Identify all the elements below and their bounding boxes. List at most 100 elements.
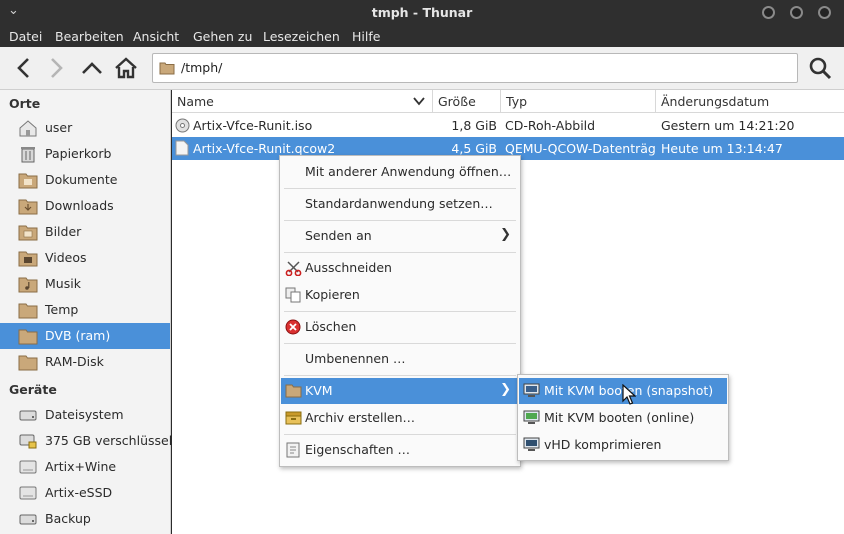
menu-separator [284, 375, 516, 376]
menu-bearbeiten[interactable]: Bearbeiten [55, 29, 124, 44]
chevron-right-icon: ❯ [500, 382, 511, 397]
menu-item-set-default[interactable]: Standardanwendung setzen… [281, 191, 519, 217]
location-path: /tmph/ [181, 60, 223, 75]
menu-hilfe[interactable]: Hilfe [352, 29, 380, 44]
menu-item-copy[interactable]: Kopieren [281, 282, 519, 308]
menu-datei[interactable]: Datei [9, 29, 42, 44]
menu-item-label: KVM [305, 383, 333, 398]
menu-item-compress-vhd[interactable]: vHD komprimieren [519, 432, 727, 458]
file-date: Heute um 13:14:47 [661, 141, 783, 156]
location-bar[interactable]: /tmph/ [152, 53, 798, 83]
file-type: CD-Roh-Abbild [505, 118, 596, 133]
menu-item-label: Archiv erstellen… [305, 410, 416, 425]
menu-item-label: Standardanwendung setzen… [305, 196, 493, 211]
menu-item-open-with[interactable]: Mit anderer Anwendung öffnen… [281, 159, 519, 185]
menu-item-label: Eigenschaften … [305, 442, 411, 457]
folder-icon [159, 62, 175, 75]
maximize-button[interactable] [790, 6, 803, 19]
sidebar-item-label: Temp [45, 302, 79, 317]
column-header-size[interactable]: Größe [433, 90, 501, 113]
sidebar-item-artix-essd[interactable]: Artix-eSSD [0, 480, 170, 506]
folder-icon [18, 277, 38, 293]
disk-compress-icon [523, 437, 540, 451]
sidebar-item-label: user [45, 120, 73, 135]
menu-item-delete[interactable]: Löschen [281, 314, 519, 340]
sidebar-item-label: Downloads [45, 198, 114, 213]
menu-separator [284, 434, 516, 435]
forward-button[interactable] [42, 54, 70, 82]
sidebar-item-375gb[interactable]: 375 GB verschlüsselt [0, 428, 177, 454]
sidebar-item-downloads[interactable]: Downloads [0, 193, 170, 219]
menu-item-label: Kopieren [305, 287, 360, 302]
arrow-right-icon [51, 58, 63, 78]
column-header-type[interactable]: Typ [501, 90, 656, 113]
sidebar-item-papierkorb[interactable]: Papierkorb [0, 141, 170, 167]
sidebar-item-label: Papierkorb [45, 146, 112, 161]
folder-icon [18, 251, 38, 267]
table-row[interactable]: Artix-Vfce-Runit.iso 1,8 GiB CD-Roh-Abbi… [172, 114, 844, 137]
menu-lesezeichen[interactable]: Lesezeichen [263, 29, 340, 44]
sidebar-item-bilder[interactable]: Bilder [0, 219, 170, 245]
menu-item-label: vHD komprimieren [544, 437, 662, 452]
sidebar-item-label: 375 GB verschlüsselt [45, 433, 178, 448]
home-icon [19, 120, 37, 137]
column-label: Änderungsdatum [661, 94, 770, 109]
menu-item-label: Mit KVM booten (online) [544, 410, 695, 425]
sidebar-item-ram-disk[interactable]: RAM-Disk [0, 349, 170, 375]
menu-item-label: Mit anderer Anwendung öffnen… [305, 164, 512, 179]
minimize-button[interactable] [762, 6, 775, 19]
drive-icon [19, 410, 37, 421]
sidebar-item-temp[interactable]: Temp [0, 297, 170, 323]
sidebar-item-dvb-ram[interactable]: DVB (ram) [0, 323, 170, 349]
home-button[interactable] [112, 54, 140, 82]
menu-bar: Datei Bearbeiten Ansicht Gehen zu Leseze… [0, 25, 844, 47]
menu-gehen-zu[interactable]: Gehen zu [193, 29, 252, 44]
folder-icon [18, 355, 38, 371]
menu-item-cut[interactable]: Ausschneiden [281, 255, 519, 281]
folder-icon [18, 199, 38, 215]
sidebar-item-user[interactable]: user [0, 115, 170, 141]
close-button[interactable] [818, 6, 831, 19]
sidebar-item-musik[interactable]: Musik [0, 271, 170, 297]
scissors-icon [285, 261, 302, 276]
up-button[interactable] [78, 54, 106, 82]
properties-icon [286, 442, 300, 458]
column-label: Name [177, 94, 214, 109]
sidebar-item-label: Dateisystem [45, 407, 124, 422]
menu-item-properties[interactable]: Eigenschaften … [281, 437, 519, 463]
drive-icon [19, 460, 37, 474]
file-icon [175, 140, 189, 156]
back-button[interactable] [10, 54, 38, 82]
monitor-online-icon [523, 410, 540, 424]
sidebar-item-label: Musik [45, 276, 81, 291]
folder-icon [18, 303, 38, 319]
menu-item-rename[interactable]: Umbenennen … [281, 346, 519, 372]
sidebar-item-artix-wine[interactable]: Artix+Wine [0, 454, 170, 480]
sidebar-heading-places: Orte [9, 96, 41, 111]
sidebar-item-dateisystem[interactable]: Dateisystem [0, 402, 170, 428]
menu-item-boot-online[interactable]: Mit KVM booten (online) [519, 405, 727, 431]
search-button[interactable] [806, 54, 834, 82]
menu-item-label: Ausschneiden [305, 260, 392, 275]
sidebar-item-label: Dokumente [45, 172, 118, 187]
menu-item-archive[interactable]: Archiv erstellen… [281, 405, 519, 431]
file-date: Gestern um 14:21:20 [661, 118, 795, 133]
menu-ansicht[interactable]: Ansicht [133, 29, 179, 44]
menu-item-kvm[interactable]: KVM ❯ [281, 378, 519, 404]
column-header-name[interactable]: Name [172, 90, 433, 113]
delete-icon [285, 319, 301, 335]
sidebar-item-backup[interactable]: Backup [0, 506, 170, 532]
menu-separator [284, 252, 516, 253]
menu-separator [284, 188, 516, 189]
sidebar-item-dokumente[interactable]: Dokumente [0, 167, 170, 193]
sidebar-heading-devices: Geräte [9, 382, 57, 397]
column-header-date[interactable]: Änderungsdatum [656, 90, 844, 113]
archive-icon [285, 411, 302, 425]
sidebar: Orte user Papierkorb Dokumente Downloads… [0, 90, 177, 534]
sidebar-item-videos[interactable]: Videos [0, 245, 170, 271]
sidebar-item-label: Backup [45, 511, 91, 526]
column-label: Größe [438, 94, 476, 109]
file-name: Artix-Vfce-Runit.qcow2 [193, 141, 336, 156]
menu-item-send-to[interactable]: Senden an ❯ [281, 223, 519, 249]
file-size: 4,5 GiB [451, 141, 497, 156]
